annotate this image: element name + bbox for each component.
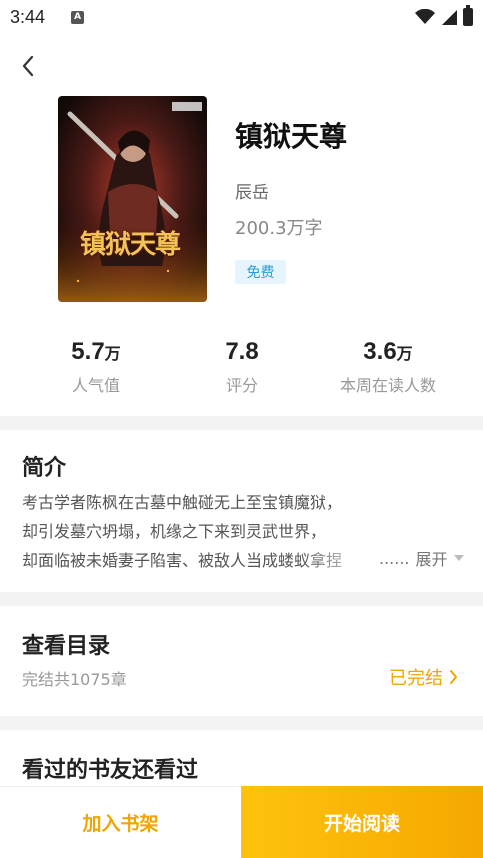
chevron-left-icon: [22, 55, 34, 77]
expand-label: 展开: [415, 550, 448, 569]
catalog-heading[interactable]: 查看目录: [22, 628, 110, 660]
word-count: 200.3万字: [235, 218, 323, 239]
status-time: 3:44: [10, 6, 46, 27]
stat-value: 5.7: [71, 338, 105, 365]
wifi-icon: [415, 9, 435, 24]
status-icons: [415, 5, 473, 26]
stat-weekly-readers: 3.6万 本周在读人数: [326, 338, 450, 396]
stat-popularity: 5.7万 人气值: [56, 338, 136, 396]
book-author[interactable]: 辰岳: [235, 178, 269, 203]
intro-heading: 简介: [22, 455, 67, 481]
expand-button[interactable]: ...... 展开: [377, 546, 464, 570]
stat-unit: 万: [104, 346, 121, 363]
add-to-shelf-button[interactable]: 加入书架: [0, 786, 241, 858]
notification-icon: A: [71, 10, 85, 24]
bottom-action-bar: 加入书架 开始阅读: [0, 786, 483, 858]
intro-line: 考古学者陈枫在古墓中触碰无上至宝镇魔狱，: [22, 493, 343, 512]
ellipsis: ......: [379, 548, 410, 568]
stat-unit: 万: [396, 346, 413, 363]
catalog-status: 已完结: [389, 668, 443, 689]
chapter-count: 完结共1075章: [22, 670, 127, 689]
section-divider: [0, 416, 483, 430]
stat-label: 评分: [225, 376, 258, 395]
recommend-heading: 看过的书友还看过: [22, 757, 199, 783]
cover-art: [58, 96, 207, 302]
stat-label: 人气值: [71, 376, 120, 395]
stat-rating: 7.8 评分: [202, 338, 282, 396]
book-title: 镇狱天尊: [235, 120, 348, 153]
section-divider: [0, 592, 483, 606]
stat-value: 7.8: [225, 338, 259, 365]
caret-down-icon: [453, 555, 464, 561]
book-cover[interactable]: 镇狱天尊: [58, 96, 207, 302]
chevron-right-icon: [450, 670, 457, 684]
intro-fade: [300, 546, 380, 570]
start-reading-button[interactable]: 开始阅读: [241, 786, 483, 858]
status-bar: 3:44 A: [0, 0, 483, 34]
signal-icon: [442, 10, 457, 25]
cover-title-text: 镇狱天尊: [80, 230, 181, 260]
stat-value: 3.6: [363, 338, 397, 365]
section-divider: [0, 716, 483, 730]
intro-line: 却引发墓穴坍塌，机缘之下来到灵武世界，: [22, 522, 327, 541]
battery-icon: [463, 5, 473, 26]
stat-label: 本周在读人数: [339, 376, 436, 395]
free-badge: 免费: [235, 260, 286, 284]
catalog-status-link[interactable]: 已完结: [389, 664, 458, 690]
back-button[interactable]: [14, 52, 42, 80]
